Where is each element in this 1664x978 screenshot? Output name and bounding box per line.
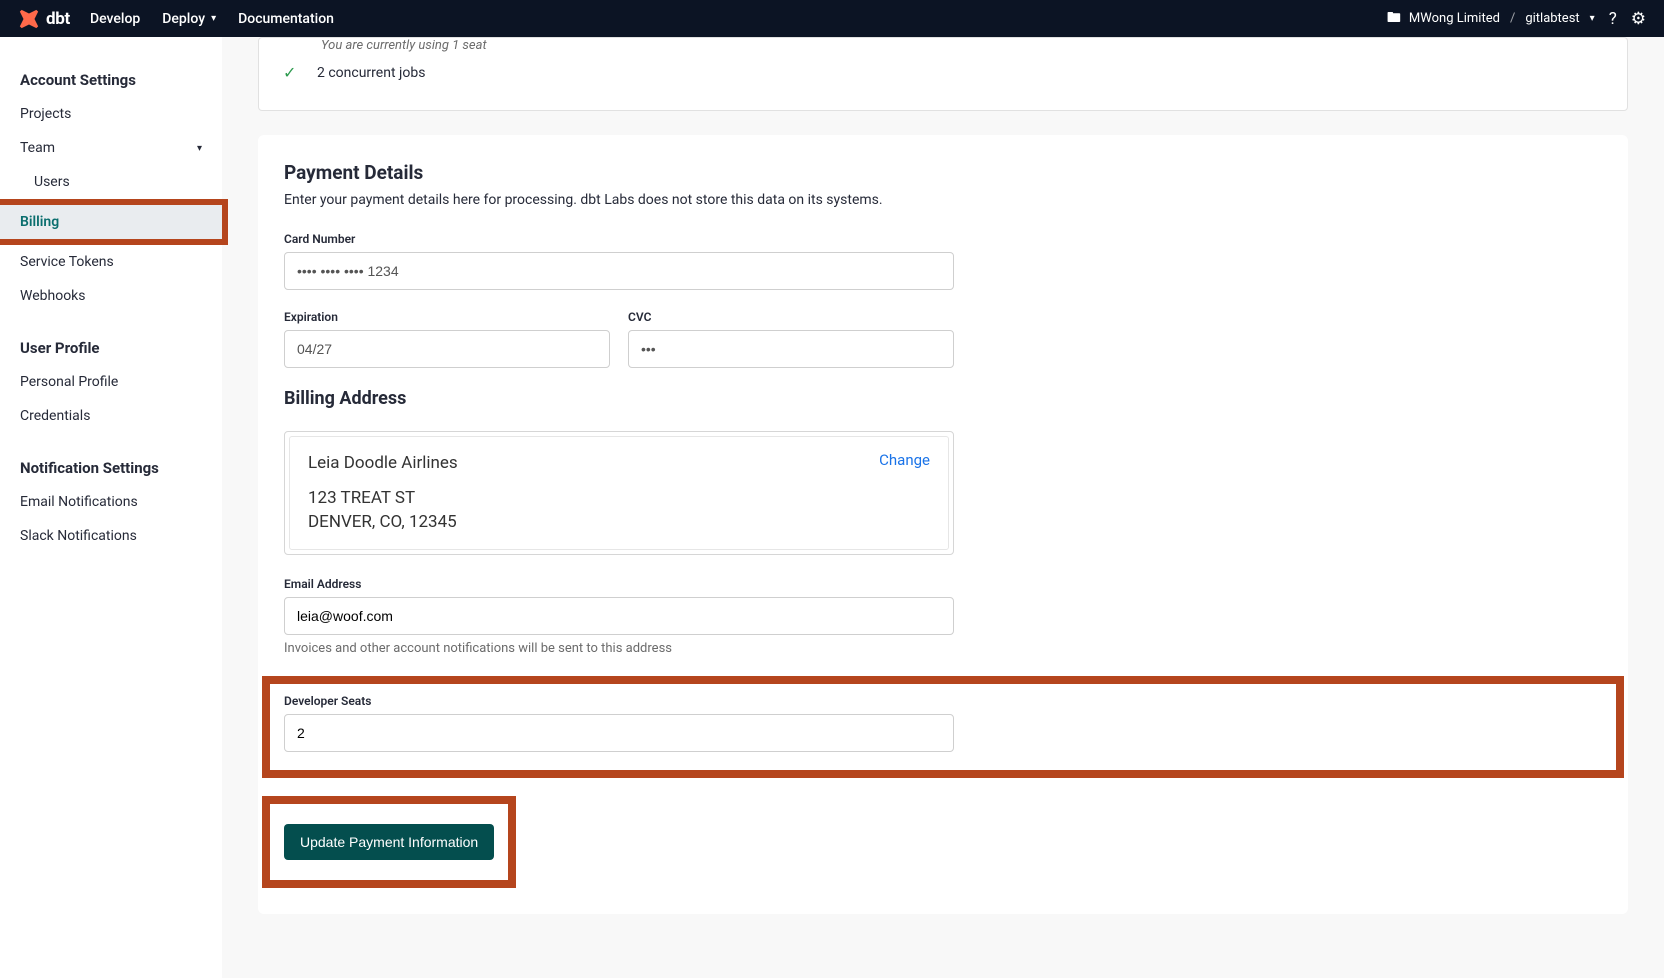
billing-address-box: Leia Doodle Airlines 123 TREAT ST DENVER… [284, 431, 954, 555]
main-content: You are currently using 1 seat ✓ 2 concu… [222, 37, 1664, 978]
change-address-link[interactable]: Change [879, 451, 930, 469]
chevron-down-icon: ▾ [211, 13, 216, 24]
update-payment-button[interactable]: Update Payment Information [284, 824, 494, 860]
nav-docs[interactable]: Documentation [238, 11, 334, 27]
email-help-text: Invoices and other account notifications… [284, 641, 954, 656]
expiration-label: Expiration [284, 310, 610, 324]
sidebar-item-email-notif[interactable]: Email Notifications [0, 485, 222, 519]
brand-text: dbt [46, 9, 70, 29]
card-number-label: Card Number [284, 232, 954, 246]
sidebar-item-credentials[interactable]: Credentials [0, 399, 222, 433]
account-name: MWong Limited [1409, 11, 1500, 26]
dbt-logo-icon [18, 8, 40, 30]
plan-card: You are currently using 1 seat ✓ 2 concu… [258, 37, 1628, 111]
payment-title: Payment Details [284, 161, 1602, 184]
check-icon: ✓ [283, 63, 299, 82]
developer-seats-label: Developer Seats [284, 694, 1602, 708]
sidebar-item-slack-notif[interactable]: Slack Notifications [0, 519, 222, 553]
sidebar-item-personal[interactable]: Personal Profile [0, 365, 222, 399]
sidebar-item-billing[interactable]: Billing [0, 205, 222, 239]
payment-card: Payment Details Enter your payment detai… [258, 135, 1628, 914]
email-input[interactable] [284, 597, 954, 635]
concurrent-jobs-text: 2 concurrent jobs [317, 65, 425, 81]
sidebar-group-profile: User Profile [0, 331, 222, 365]
help-icon[interactable]: ? [1609, 9, 1617, 29]
main-nav: Develop Deploy▾ Documentation [90, 11, 334, 27]
payment-desc: Enter your payment details here for proc… [284, 192, 1602, 208]
nav-deploy[interactable]: Deploy▾ [162, 11, 216, 27]
highlight-billing: Billing [0, 199, 228, 245]
email-label: Email Address [284, 577, 954, 591]
highlight-developer-seats: Developer Seats [262, 676, 1624, 778]
folder-icon: 🖿 [1387, 7, 1401, 31]
sidebar-item-webhooks[interactable]: Webhooks [0, 279, 222, 313]
seat-usage-text: You are currently using 1 seat [283, 38, 1603, 53]
billing-address-text: Leia Doodle Airlines 123 TREAT ST DENVER… [308, 451, 458, 535]
expiration-input[interactable] [284, 330, 610, 368]
sidebar-item-projects[interactable]: Projects [0, 97, 222, 131]
project-name: gitlabtest [1525, 11, 1579, 26]
breadcrumb-separator: / [1510, 11, 1515, 26]
sidebar-group-account: Account Settings [0, 63, 222, 97]
sidebar-group-notifications: Notification Settings [0, 451, 222, 485]
gear-icon[interactable]: ⚙ [1631, 9, 1646, 29]
top-navbar: dbt Develop Deploy▾ Documentation 🖿 MWon… [0, 0, 1664, 37]
cvc-label: CVC [628, 310, 954, 324]
developer-seats-input[interactable] [284, 714, 954, 752]
sidebar-item-tokens[interactable]: Service Tokens [0, 245, 222, 279]
card-number-input[interactable] [284, 252, 954, 290]
billing-address-title: Billing Address [284, 388, 1602, 409]
cvc-input[interactable] [628, 330, 954, 368]
concurrent-jobs-row: ✓ 2 concurrent jobs [283, 53, 1603, 92]
chevron-down-icon: ▾ [197, 143, 202, 154]
dbt-logo[interactable]: dbt [18, 8, 70, 30]
sidebar-item-users[interactable]: Users [0, 165, 222, 199]
chevron-down-icon: ▾ [1590, 13, 1595, 24]
highlight-submit: Update Payment Information [262, 796, 516, 888]
sidebar-item-team[interactable]: Team▾ [0, 131, 222, 165]
account-switcher[interactable]: 🖿 MWong Limited / gitlabtest ▾ ? ⚙ [1387, 7, 1646, 31]
settings-sidebar: Account Settings Projects Team▾ Users Bi… [0, 37, 222, 978]
nav-develop[interactable]: Develop [90, 11, 140, 27]
